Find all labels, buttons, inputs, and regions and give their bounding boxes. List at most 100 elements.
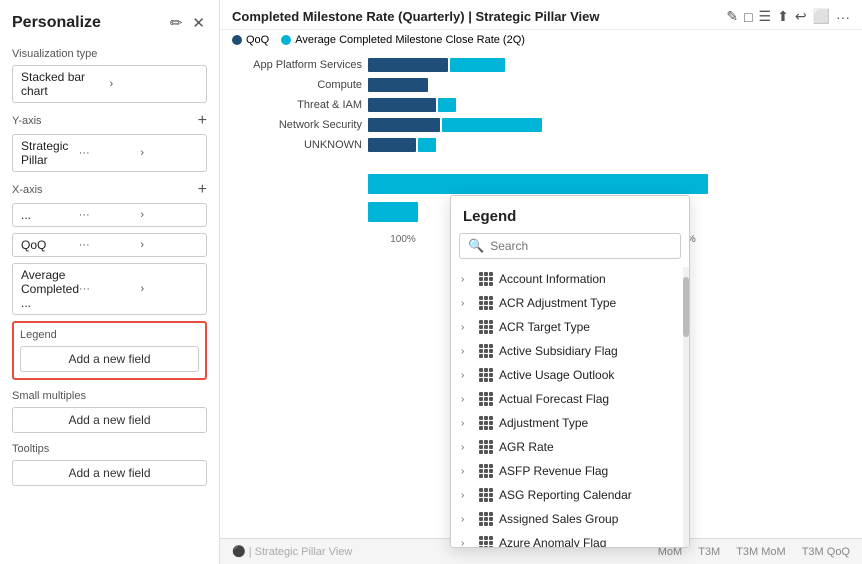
panel-close-icon[interactable]: ✕ — [190, 12, 207, 34]
x-axis-row3[interactable]: Average Completed ... ··· › — [12, 263, 207, 315]
grid-icon — [479, 272, 493, 286]
list-item[interactable]: › Adjustment Type — [451, 411, 689, 435]
panel-title: Personalize — [12, 14, 101, 32]
list-item[interactable]: › Assigned Sales Group — [451, 507, 689, 531]
tooltips-section: Tooltips Add a new field — [12, 443, 207, 486]
bar-row-3: Network Security — [232, 118, 850, 132]
grid-icon — [479, 416, 493, 430]
legend-section-label: Legend — [20, 329, 199, 341]
list-item-label: ASFP Revenue Flag — [499, 464, 608, 478]
x-axis-row2[interactable]: QoQ ··· › — [12, 233, 207, 257]
chart-copy-btn[interactable]: □ — [744, 9, 752, 25]
list-item[interactable]: › ACR Target Type — [451, 315, 689, 339]
bar-container-3 — [368, 118, 542, 132]
bottom-t3m-qoq: T3M QoQ — [802, 546, 850, 558]
list-item[interactable]: › AGR Rate — [451, 435, 689, 459]
expand-arrow-icon: › — [461, 322, 473, 333]
search-input[interactable] — [490, 239, 672, 253]
chart-toolbar: ✎ □ ☰ ⬆ ↩ ⬜ ··· — [726, 8, 850, 25]
grid-icon — [479, 368, 493, 382]
x-axis-row1-value: ... — [21, 208, 79, 222]
panel-edit-icon[interactable]: ✏ — [168, 12, 185, 34]
small-multiples-section: Small multiples Add a new field — [12, 390, 207, 433]
list-item[interactable]: › ASG Reporting Calendar — [451, 483, 689, 507]
large-cyan-bar — [368, 174, 708, 194]
dot-avg — [281, 35, 291, 45]
small-cyan-bar — [368, 202, 418, 222]
grid-icon — [479, 464, 493, 478]
list-item[interactable]: › Active Subsidiary Flag — [451, 339, 689, 363]
bar-dark-3 — [368, 118, 440, 132]
grid-icon — [479, 440, 493, 454]
grid-icon — [479, 392, 493, 406]
y-axis-add-btn[interactable]: + — [198, 113, 207, 129]
x-tick-0: 100% — [368, 234, 438, 245]
bar-row-0: App Platform Services — [232, 58, 850, 72]
small-multiples-add-btn[interactable]: Add a new field — [12, 407, 207, 433]
bar-row-1: Compute — [232, 78, 850, 92]
bar-container-4 — [368, 138, 436, 152]
list-item[interactable]: › Azure Anomaly Flag — [451, 531, 689, 547]
dropdown-title: Legend — [451, 196, 689, 233]
list-item-label: ASG Reporting Calendar — [499, 488, 632, 502]
bar-label-4: UNKNOWN — [232, 139, 362, 151]
list-item-label: AGR Rate — [499, 440, 554, 454]
list-item-label: ACR Adjustment Type — [499, 296, 616, 310]
grid-icon — [479, 320, 493, 334]
list-item-label: Active Usage Outlook — [499, 368, 614, 382]
chart-more-btn[interactable]: ··· — [836, 9, 850, 25]
expand-arrow-icon: › — [461, 466, 473, 477]
bar-container-2 — [368, 98, 456, 112]
list-item-label: Account Information — [499, 272, 606, 286]
chart-expand-btn[interactable]: ⬜ — [813, 8, 830, 25]
chart-pencil-btn[interactable]: ✎ — [726, 8, 738, 25]
x-axis-add-btn[interactable]: + — [198, 182, 207, 198]
bar-row-2: Threat & IAM — [232, 98, 850, 112]
dot-qoq — [232, 35, 242, 45]
grid-icon — [479, 512, 493, 526]
legend-add-field-btn[interactable]: Add a new field — [20, 346, 199, 372]
list-item[interactable]: › Account Information — [451, 267, 689, 291]
legend-section: Legend Add a new field — [12, 321, 207, 380]
bar-cyan-3 — [442, 118, 542, 132]
chart-legend-dots: QoQ Average Completed Milestone Close Ra… — [220, 30, 862, 50]
bar-cyan-0 — [450, 58, 505, 72]
grid-icon — [479, 488, 493, 502]
x-axis-row3-chevron: › — [141, 283, 198, 295]
scrollbar-thumb[interactable] — [683, 277, 689, 337]
y-axis-section-row: Y-axis + — [12, 113, 207, 129]
chart-undo-btn[interactable]: ↩ — [795, 8, 807, 25]
y-axis-chevron: › — [140, 147, 198, 159]
list-item[interactable]: › ASFP Revenue Flag — [451, 459, 689, 483]
list-item[interactable]: › Active Usage Outlook — [451, 363, 689, 387]
tooltips-add-btn[interactable]: Add a new field — [12, 460, 207, 486]
expand-arrow-icon: › — [461, 538, 473, 548]
bottom-t3m-mom: T3M MoM — [736, 546, 786, 558]
viz-type-dropdown[interactable]: Stacked bar chart › — [12, 65, 207, 103]
tooltips-label: Tooltips — [12, 443, 207, 455]
x-axis-row2-dots: ··· — [79, 239, 137, 251]
x-axis-row2-value: QoQ — [21, 238, 79, 252]
bar-cyan-4 — [418, 138, 436, 152]
search-box[interactable]: 🔍 — [459, 233, 681, 259]
chart-list-btn[interactable]: ☰ — [759, 8, 772, 25]
expand-arrow-icon: › — [461, 298, 473, 309]
bar-label-1: Compute — [232, 79, 362, 91]
large-bar-row — [220, 174, 862, 194]
x-axis-row1[interactable]: ... ··· › — [12, 203, 207, 227]
grid-icon — [479, 536, 493, 547]
list-item-label: Assigned Sales Group — [499, 512, 618, 526]
personalize-panel: Personalize ✏ ✕ Visualization type Stack… — [0, 0, 220, 564]
list-item[interactable]: › Actual Forecast Flag — [451, 387, 689, 411]
expand-arrow-icon: › — [461, 370, 473, 381]
y-axis-dropdown[interactable]: Strategic Pillar ··· › — [12, 134, 207, 172]
legend-dot-qoq: QoQ — [232, 34, 269, 46]
x-axis-label: X-axis — [12, 184, 43, 196]
x-axis-row2-chevron: › — [140, 239, 198, 251]
scrollbar-track[interactable] — [683, 267, 689, 547]
y-axis-dots: ··· — [79, 147, 137, 159]
expand-arrow-icon: › — [461, 418, 473, 429]
chart-export-btn[interactable]: ⬆ — [777, 8, 789, 25]
list-item[interactable]: › ACR Adjustment Type — [451, 291, 689, 315]
list-item-label: Actual Forecast Flag — [499, 392, 609, 406]
